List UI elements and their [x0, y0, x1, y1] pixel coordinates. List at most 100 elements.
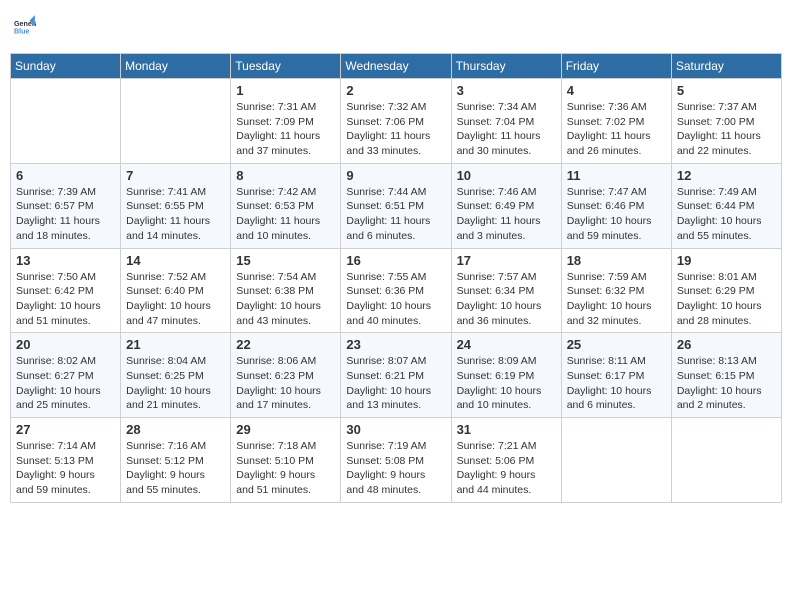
- logo-mark: General Blue: [14, 14, 36, 41]
- calendar-day-cell: 28 Sunrise: 7:16 AM Sunset: 5:12 PM Dayli…: [121, 418, 231, 503]
- day-number: 16: [346, 253, 445, 268]
- day-number: 29: [236, 422, 335, 437]
- logo: General Blue: [14, 14, 36, 41]
- day-info: Sunrise: 8:01 AM Sunset: 6:29 PM Dayligh…: [677, 270, 776, 329]
- day-info: Sunrise: 7:19 AM Sunset: 5:08 PM Dayligh…: [346, 439, 445, 498]
- day-number: 9: [346, 168, 445, 183]
- day-info: Sunrise: 7:55 AM Sunset: 6:36 PM Dayligh…: [346, 270, 445, 329]
- day-of-week-header: Sunday: [11, 54, 121, 79]
- day-number: 3: [457, 83, 556, 98]
- page-header: General Blue: [10, 10, 782, 45]
- day-number: 11: [567, 168, 666, 183]
- day-info: Sunrise: 7:42 AM Sunset: 6:53 PM Dayligh…: [236, 185, 335, 244]
- day-info: Sunrise: 7:41 AM Sunset: 6:55 PM Dayligh…: [126, 185, 225, 244]
- day-of-week-header: Thursday: [451, 54, 561, 79]
- day-number: 30: [346, 422, 445, 437]
- calendar-day-cell: 13Sunrise: 7:50 AM Sunset: 6:42 PM Dayli…: [11, 248, 121, 333]
- day-number: 28: [126, 422, 225, 437]
- calendar-day-cell: 23 Sunrise: 8:07 AM Sunset: 6:21 PM Dayli…: [341, 333, 451, 418]
- day-number: 6: [16, 168, 115, 183]
- day-number: 14: [126, 253, 225, 268]
- day-number: 22: [236, 337, 335, 352]
- day-info: Sunrise: 7:54 AM Sunset: 6:38 PM Dayligh…: [236, 270, 335, 329]
- day-info: Sunrise: 8:04 AM Sunset: 6:25 PM Dayligh…: [126, 354, 225, 413]
- day-number: 19: [677, 253, 776, 268]
- day-number: 27: [16, 422, 115, 437]
- day-info: Sunrise: 7:37 AM Sunset: 7:00 PM Dayligh…: [677, 100, 776, 159]
- day-info: Sunrise: 7:16 AM Sunset: 5:12 PM Dayligh…: [126, 439, 225, 498]
- calendar-day-cell: 12 Sunrise: 7:49 AM Sunset: 6:44 PM Dayli…: [671, 163, 781, 248]
- day-info: Sunrise: 7:59 AM Sunset: 6:32 PM Dayligh…: [567, 270, 666, 329]
- calendar-day-cell: 14Sunrise: 7:52 AM Sunset: 6:40 PM Dayli…: [121, 248, 231, 333]
- day-number: 5: [677, 83, 776, 98]
- calendar-day-cell: 17 Sunrise: 7:57 AM Sunset: 6:34 PM Dayli…: [451, 248, 561, 333]
- day-info: Sunrise: 8:02 AM Sunset: 6:27 PM Dayligh…: [16, 354, 115, 413]
- calendar-day-cell: 18Sunrise: 7:59 AM Sunset: 6:32 PM Dayli…: [561, 248, 671, 333]
- day-number: 21: [126, 337, 225, 352]
- calendar-day-cell: [671, 418, 781, 503]
- calendar-day-cell: 19 Sunrise: 8:01 AM Sunset: 6:29 PM Dayli…: [671, 248, 781, 333]
- day-info: Sunrise: 7:44 AM Sunset: 6:51 PM Dayligh…: [346, 185, 445, 244]
- day-info: Sunrise: 8:13 AM Sunset: 6:15 PM Dayligh…: [677, 354, 776, 413]
- calendar-day-cell: 2 Sunrise: 7:32 AM Sunset: 7:06 PM Daylig…: [341, 79, 451, 164]
- calendar-day-cell: 24 Sunrise: 8:09 AM Sunset: 6:19 PM Dayli…: [451, 333, 561, 418]
- day-info: Sunrise: 7:50 AM Sunset: 6:42 PM Dayligh…: [16, 270, 115, 329]
- day-number: 12: [677, 168, 776, 183]
- day-number: 4: [567, 83, 666, 98]
- day-info: Sunrise: 7:46 AM Sunset: 6:49 PM Dayligh…: [457, 185, 556, 244]
- day-number: 2: [346, 83, 445, 98]
- week-row: 20 Sunrise: 8:02 AM Sunset: 6:27 PM Dayli…: [11, 333, 782, 418]
- calendar-day-cell: 11 Sunrise: 7:47 AM Sunset: 6:46 PM Dayli…: [561, 163, 671, 248]
- day-of-week-header: Monday: [121, 54, 231, 79]
- day-info: Sunrise: 7:31 AM Sunset: 7:09 PM Dayligh…: [236, 100, 335, 159]
- day-of-week-header: Wednesday: [341, 54, 451, 79]
- day-number: 31: [457, 422, 556, 437]
- calendar-day-cell: 15 Sunrise: 7:54 AM Sunset: 6:38 PM Dayli…: [231, 248, 341, 333]
- day-info: Sunrise: 7:57 AM Sunset: 6:34 PM Dayligh…: [457, 270, 556, 329]
- calendar-day-cell: 21 Sunrise: 8:04 AM Sunset: 6:25 PM Dayli…: [121, 333, 231, 418]
- week-row: 1Sunrise: 7:31 AM Sunset: 7:09 PM Daylig…: [11, 79, 782, 164]
- day-number: 10: [457, 168, 556, 183]
- calendar-day-cell: 1Sunrise: 7:31 AM Sunset: 7:09 PM Daylig…: [231, 79, 341, 164]
- day-of-week-header: Saturday: [671, 54, 781, 79]
- calendar-day-cell: 25Sunrise: 8:11 AM Sunset: 6:17 PM Dayli…: [561, 333, 671, 418]
- calendar-day-cell: 9 Sunrise: 7:44 AM Sunset: 6:51 PM Daylig…: [341, 163, 451, 248]
- day-number: 23: [346, 337, 445, 352]
- day-number: 17: [457, 253, 556, 268]
- day-info: Sunrise: 8:09 AM Sunset: 6:19 PM Dayligh…: [457, 354, 556, 413]
- day-info: Sunrise: 8:07 AM Sunset: 6:21 PM Dayligh…: [346, 354, 445, 413]
- calendar-day-cell: 31Sunrise: 7:21 AM Sunset: 5:06 PM Dayli…: [451, 418, 561, 503]
- calendar-day-cell: 16 Sunrise: 7:55 AM Sunset: 6:36 PM Dayli…: [341, 248, 451, 333]
- week-row: 6 Sunrise: 7:39 AM Sunset: 6:57 PM Daylig…: [11, 163, 782, 248]
- calendar-day-cell: 4 Sunrise: 7:36 AM Sunset: 7:02 PM Daylig…: [561, 79, 671, 164]
- day-number: 15: [236, 253, 335, 268]
- day-info: Sunrise: 7:36 AM Sunset: 7:02 PM Dayligh…: [567, 100, 666, 159]
- calendar-day-cell: 5 Sunrise: 7:37 AM Sunset: 7:00 PM Daylig…: [671, 79, 781, 164]
- calendar-day-cell: 22 Sunrise: 8:06 AM Sunset: 6:23 PM Dayli…: [231, 333, 341, 418]
- calendar-day-cell: 29Sunrise: 7:18 AM Sunset: 5:10 PM Dayli…: [231, 418, 341, 503]
- day-info: Sunrise: 7:49 AM Sunset: 6:44 PM Dayligh…: [677, 185, 776, 244]
- week-row: 13Sunrise: 7:50 AM Sunset: 6:42 PM Dayli…: [11, 248, 782, 333]
- calendar-day-cell: 10 Sunrise: 7:46 AM Sunset: 6:49 PM Dayli…: [451, 163, 561, 248]
- day-info: Sunrise: 8:11 AM Sunset: 6:17 PM Dayligh…: [567, 354, 666, 413]
- day-info: Sunrise: 7:14 AM Sunset: 5:13 PM Dayligh…: [16, 439, 115, 498]
- calendar-day-cell: 8Sunrise: 7:42 AM Sunset: 6:53 PM Daylig…: [231, 163, 341, 248]
- calendar-day-cell: [561, 418, 671, 503]
- day-number: 7: [126, 168, 225, 183]
- day-number: 26: [677, 337, 776, 352]
- calendar-table: SundayMondayTuesdayWednesdayThursdayFrid…: [10, 53, 782, 503]
- calendar-header-row: SundayMondayTuesdayWednesdayThursdayFrid…: [11, 54, 782, 79]
- day-info: Sunrise: 7:47 AM Sunset: 6:46 PM Dayligh…: [567, 185, 666, 244]
- day-info: Sunrise: 7:32 AM Sunset: 7:06 PM Dayligh…: [346, 100, 445, 159]
- day-info: Sunrise: 7:39 AM Sunset: 6:57 PM Dayligh…: [16, 185, 115, 244]
- day-number: 20: [16, 337, 115, 352]
- day-info: Sunrise: 7:34 AM Sunset: 7:04 PM Dayligh…: [457, 100, 556, 159]
- calendar-day-cell: 7 Sunrise: 7:41 AM Sunset: 6:55 PM Daylig…: [121, 163, 231, 248]
- week-row: 27 Sunrise: 7:14 AM Sunset: 5:13 PM Dayli…: [11, 418, 782, 503]
- day-of-week-header: Friday: [561, 54, 671, 79]
- day-info: Sunrise: 8:06 AM Sunset: 6:23 PM Dayligh…: [236, 354, 335, 413]
- calendar-day-cell: 20 Sunrise: 8:02 AM Sunset: 6:27 PM Dayli…: [11, 333, 121, 418]
- calendar-day-cell: 3 Sunrise: 7:34 AM Sunset: 7:04 PM Daylig…: [451, 79, 561, 164]
- day-number: 24: [457, 337, 556, 352]
- calendar-day-cell: [11, 79, 121, 164]
